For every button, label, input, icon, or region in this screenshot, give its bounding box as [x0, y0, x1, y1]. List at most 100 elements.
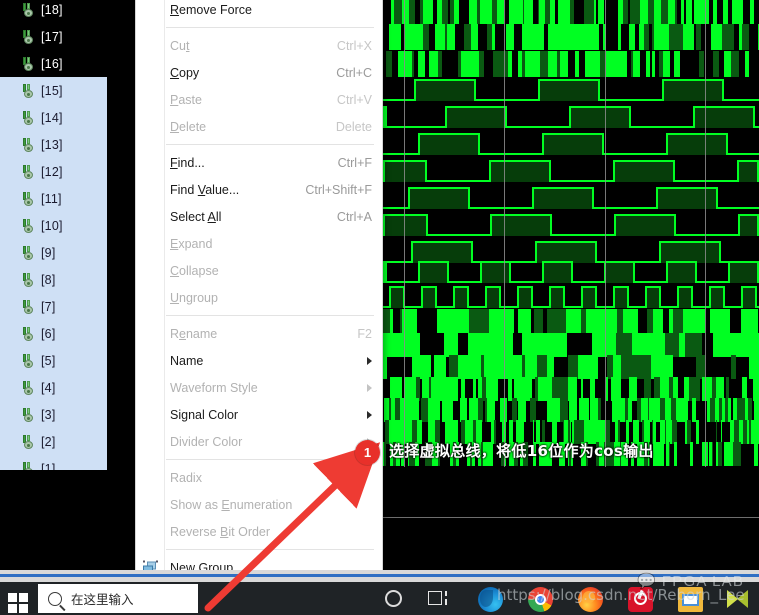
menu-item-shortcut: Ctrl+A [336, 209, 372, 224]
menu-item-label: Cut [170, 38, 190, 53]
menu-item-shortcut: Ctrl+C [336, 65, 372, 80]
signal-row[interactable]: [11] [0, 185, 107, 212]
signal-row[interactable]: [13] [0, 131, 107, 158]
menu-item-shortcut: Ctrl+X [336, 38, 372, 53]
menu-item-shortcut: Ctrl+F [337, 155, 372, 170]
signal-row-label: [17] [41, 29, 63, 44]
signal-bit-icon [22, 272, 35, 287]
signal-row-label: [2] [41, 434, 56, 449]
menu-item-find-value[interactable]: Find Value... Ctrl+Shift+F [136, 176, 382, 203]
menu-item-label: Copy [170, 65, 200, 80]
signal-bit-icon [22, 83, 35, 98]
waveform-empty-area [383, 467, 759, 517]
menu-item-name[interactable]: Name [136, 347, 382, 374]
signal-row[interactable]: [17] [0, 23, 107, 50]
menu-item-label: Remove Force [170, 2, 252, 17]
signal-row-label: [3] [41, 407, 56, 422]
signal-row[interactable]: [6] [0, 320, 107, 347]
annotation-badge: 1 [355, 440, 380, 465]
waveform-gridline [705, 0, 706, 517]
signal-row-label: [8] [41, 272, 56, 287]
search-placeholder: 在这里输入 [71, 592, 134, 607]
menu-item-signal-color[interactable]: Signal Color [136, 401, 382, 428]
menu-item-label: Collapse [170, 263, 219, 278]
signal-row[interactable]: [12] [0, 158, 107, 185]
menu-item-shortcut: F2 [357, 326, 372, 341]
signal-bit-icon [22, 137, 35, 152]
chevron-right-icon [367, 410, 372, 419]
signal-row-label: [4] [41, 380, 56, 395]
signal-row[interactable]: [8] [0, 266, 107, 293]
annotation-text: 选择虚拟总线，将低16位作为cos输出 [389, 442, 654, 460]
signal-row[interactable]: [2] [0, 428, 107, 455]
waveform-row [383, 130, 759, 158]
menu-separator [166, 27, 374, 28]
wechat-icon: 💬 [637, 573, 657, 590]
application-window: [18] [17] [16] [15] [14] [13] [12] [11] [10] [9] [… [0, 0, 759, 615]
signal-row-label: [16] [41, 56, 63, 71]
signal-row-label: [12] [41, 164, 63, 179]
chevron-right-icon [367, 383, 372, 392]
signal-row[interactable]: [14] [0, 104, 107, 131]
menu-item-shortcut: Delete [335, 119, 372, 134]
task-view-icon[interactable] [428, 591, 448, 607]
signal-bit-icon [22, 299, 35, 314]
signal-bit-icon [22, 326, 35, 341]
waveform-row [383, 157, 759, 185]
signal-row[interactable]: [3] [0, 401, 107, 428]
menu-item-label: Name [170, 353, 204, 368]
waveform-row [383, 103, 759, 131]
signal-row-label: [5] [41, 353, 56, 368]
signal-row-label: [7] [41, 299, 56, 314]
signal-bit-icon [22, 110, 35, 125]
signal-bit-icon [22, 164, 35, 179]
signal-row[interactable]: [18] [0, 0, 107, 23]
waveform-row [383, 49, 759, 79]
signal-row[interactable]: [10] [0, 212, 107, 239]
signal-bit-icon [22, 407, 35, 422]
signal-row-label: [6] [41, 326, 56, 341]
signal-row[interactable]: [4] [0, 374, 107, 401]
menu-item-select-all[interactable]: Select All Ctrl+A [136, 203, 382, 230]
taskbar-search-box[interactable]: 在这里输入 [38, 584, 198, 613]
signal-row[interactable]: [5] [0, 347, 107, 374]
waveform-row [383, 76, 759, 104]
waveform-row [383, 184, 759, 212]
signal-row[interactable]: [15] [0, 77, 107, 104]
start-icon[interactable] [6, 587, 30, 613]
menu-separator [166, 315, 374, 316]
waveform-row [383, 22, 759, 52]
menu-item-shortcut: Ctrl+Shift+F [305, 182, 372, 197]
search-icon [48, 591, 62, 606]
signal-bit-icon [22, 29, 35, 44]
menu-item-find[interactable]: Find... Ctrl+F [136, 149, 382, 176]
menu-item-label: Select All [170, 209, 222, 224]
signal-row[interactable]: [7] [0, 293, 107, 320]
menu-item-copy[interactable]: Copy Ctrl+C [136, 59, 382, 86]
signal-row-label: [13] [41, 137, 63, 152]
signal-bit-icon [22, 218, 35, 233]
watermark-label: 💬 FPGA LAB [637, 572, 744, 590]
signal-bit-icon [22, 245, 35, 260]
signal-row-label: [14] [41, 110, 63, 125]
signal-bit-icon [22, 2, 35, 17]
menu-item-label: Find... [170, 155, 205, 170]
signal-row-label: [11] [41, 191, 62, 206]
signal-row-label: [18] [41, 2, 63, 17]
chevron-right-icon [367, 356, 372, 365]
menu-item-delete: Delete Delete [136, 113, 382, 140]
menu-item-label: Paste [170, 92, 202, 107]
signal-bit-icon [22, 191, 35, 206]
menu-item-label: Signal Color [170, 407, 239, 422]
menu-item-label: Rename [170, 326, 218, 341]
menu-item-ungroup: Ungroup [136, 284, 382, 311]
watermark-label-text: FPGA LAB [661, 573, 745, 590]
menu-item-remove-force[interactable]: Remove Force [136, 0, 382, 23]
waveform-separator [383, 517, 759, 518]
signal-row[interactable]: [9] [0, 239, 107, 266]
signal-row[interactable]: [16] [0, 50, 107, 77]
signal-row-label: [10] [41, 218, 63, 233]
signal-row-label: [9] [41, 245, 56, 260]
menu-item-collapse: Collapse [136, 257, 382, 284]
waveform-row [383, 258, 759, 286]
